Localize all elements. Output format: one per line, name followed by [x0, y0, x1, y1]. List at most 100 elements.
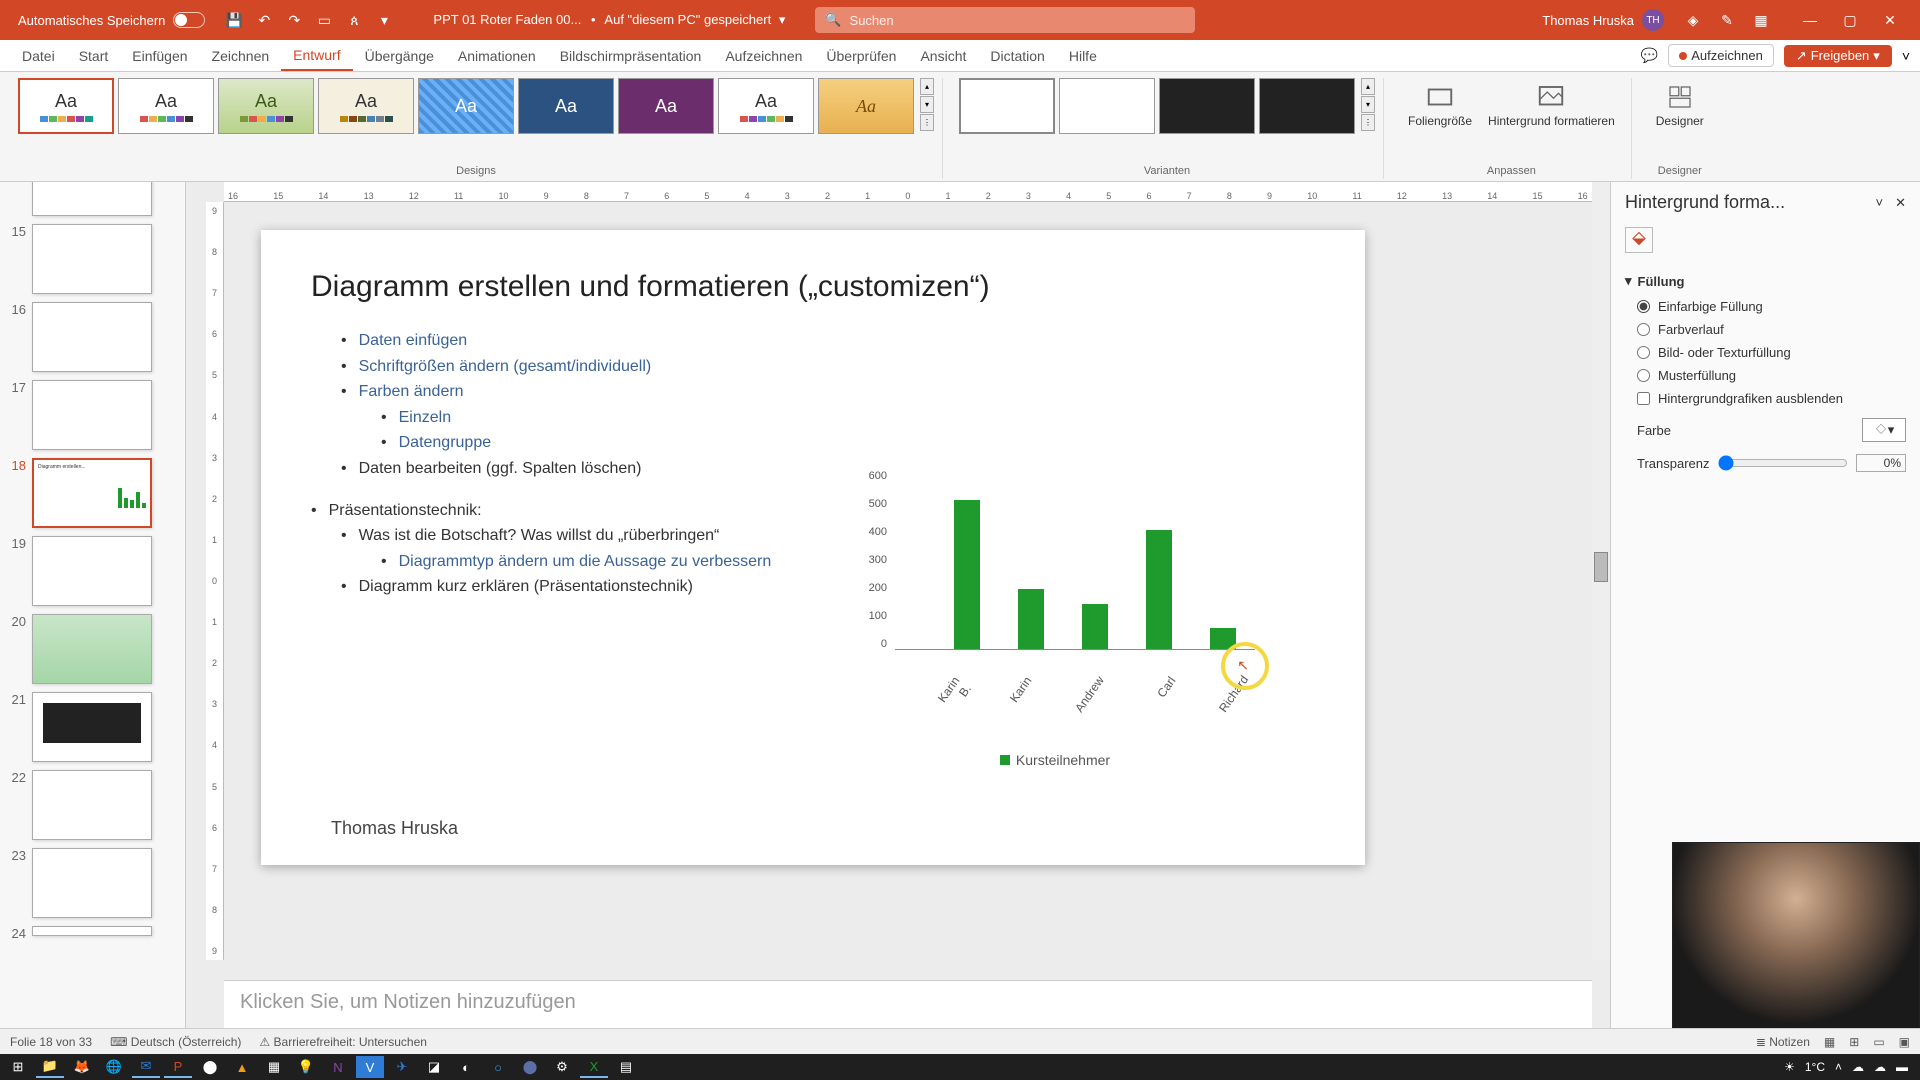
app-icon-8[interactable]: ▤ — [612, 1056, 640, 1078]
transparency-value[interactable]: 0% — [1856, 454, 1906, 472]
fill-gradient-radio[interactable]: Farbverlauf — [1625, 318, 1906, 341]
notes-toggle[interactable]: ≣ Notizen — [1756, 1035, 1810, 1049]
pen-icon[interactable]: ✎ — [1718, 11, 1736, 29]
accessibility-check[interactable]: ⚠ Barrierefreiheit: Untersuchen — [259, 1035, 427, 1049]
hide-bg-checkbox[interactable]: Hintergrundgrafiken ausblenden — [1625, 387, 1906, 410]
collapse-ribbon-icon[interactable]: ˅ — [1902, 48, 1910, 64]
chrome-icon[interactable]: 🌐 — [100, 1056, 128, 1078]
slide-thumb-23[interactable] — [32, 848, 152, 918]
transparency-slider[interactable] — [1718, 455, 1849, 471]
fill-tab-icon[interactable] — [1625, 227, 1653, 253]
theme-9[interactable]: Aa — [818, 78, 914, 134]
sorter-view-icon[interactable]: ⊞ — [1849, 1035, 1859, 1049]
fill-pattern-radio[interactable]: Musterfüllung — [1625, 364, 1906, 387]
slide-thumb-18[interactable]: Diagramm erstellen... — [32, 458, 152, 528]
app-icon[interactable]: ⬤ — [196, 1056, 224, 1078]
tab-start[interactable]: Start — [67, 40, 121, 71]
language-indicator[interactable]: ⌨ Deutsch (Österreich) — [110, 1035, 241, 1049]
slideshow-view-icon[interactable]: ▣ — [1899, 1035, 1910, 1049]
slide-thumb-20[interactable] — [32, 614, 152, 684]
theme-6[interactable]: Aa — [518, 78, 614, 134]
tab-datei[interactable]: Datei — [10, 40, 67, 71]
theme-5[interactable]: Aa — [418, 78, 514, 134]
format-background-button[interactable]: Hintergrund formatieren — [1480, 78, 1623, 132]
slide-thumb-22[interactable] — [32, 770, 152, 840]
slide-counter[interactable]: Folie 18 von 33 — [10, 1035, 92, 1049]
autosave-toggle[interactable]: Automatisches Speichern — [18, 12, 205, 28]
tab-zeichnen[interactable]: Zeichnen — [200, 40, 282, 71]
pane-close-icon[interactable]: ✕ — [1895, 195, 1906, 211]
bar-chart[interactable]: 6005004003002001000 Karin B.KarinAndrewC… — [855, 470, 1255, 750]
tab-dictation[interactable]: Dictation — [978, 40, 1056, 71]
undo-icon[interactable]: ↶ — [255, 11, 273, 29]
share-button[interactable]: ↗Freigeben▾ — [1784, 45, 1892, 67]
battery-icon[interactable]: ▬ — [1896, 1060, 1908, 1074]
slide-canvas[interactable]: Diagramm erstellen und formatieren („cus… — [261, 230, 1365, 865]
comments-icon[interactable]: 💬 — [1641, 47, 1658, 64]
variant-scroll[interactable]: ▴▾⋮ — [1361, 78, 1375, 131]
normal-view-icon[interactable]: ▦ — [1824, 1035, 1835, 1049]
toggle-switch[interactable] — [173, 12, 205, 28]
tab-animationen[interactable]: Animationen — [446, 40, 548, 71]
start-slideshow-icon[interactable]: ▭ — [315, 11, 333, 29]
app-icon-6[interactable]: ○ — [484, 1056, 512, 1078]
maximize-button[interactable]: ▢ — [1830, 12, 1870, 29]
variant-1[interactable] — [959, 78, 1055, 134]
editing-canvas[interactable]: 1615141312111098765432101234567891011121… — [186, 182, 1610, 1028]
vertical-scrollbar[interactable] — [1592, 182, 1610, 960]
diamond-icon[interactable]: ◈ — [1684, 11, 1702, 29]
variant-2[interactable] — [1059, 78, 1155, 134]
tab-bildschirmpraesentation[interactable]: Bildschirmpräsentation — [548, 40, 714, 71]
theme-1[interactable]: Aa — [18, 78, 114, 134]
user-account[interactable]: Thomas Hruska TH — [1542, 9, 1664, 31]
onenote-icon[interactable]: N — [324, 1056, 352, 1078]
fill-picture-radio[interactable]: Bild- oder Texturfüllung — [1625, 341, 1906, 364]
app-icon-3[interactable]: 💡 — [292, 1056, 320, 1078]
app-icon-5[interactable]: ◐ — [452, 1056, 480, 1078]
excel-icon[interactable]: X — [580, 1056, 608, 1078]
minimize-button[interactable]: — — [1790, 12, 1830, 29]
variant-4[interactable] — [1259, 78, 1355, 134]
firefox-icon[interactable]: 🦊 — [68, 1056, 96, 1078]
telegram-icon[interactable]: ✈ — [388, 1056, 416, 1078]
app-icon-4[interactable]: ◪ — [420, 1056, 448, 1078]
save-icon[interactable]: 💾 — [225, 11, 243, 29]
powerpoint-icon[interactable]: P — [164, 1056, 192, 1078]
weather-icon[interactable]: ☀ — [1784, 1060, 1795, 1074]
slide-thumb-24[interactable] — [32, 926, 152, 936]
reading-view-icon[interactable]: ▭ — [1873, 1035, 1884, 1049]
theme-3[interactable]: Aa — [218, 78, 314, 134]
accessibility-icon[interactable]: ጰ — [345, 11, 363, 29]
search-input[interactable] — [850, 13, 1186, 28]
slide-thumb-21[interactable] — [32, 692, 152, 762]
tab-hilfe[interactable]: Hilfe — [1057, 40, 1109, 71]
app-icon-v[interactable]: V — [356, 1056, 384, 1078]
onedrive-icon-2[interactable]: ☁ — [1874, 1060, 1886, 1074]
document-title[interactable]: PPT 01 Roter Faden 00... • Auf "diesem P… — [433, 12, 785, 28]
close-button[interactable]: ✕ — [1870, 12, 1910, 29]
variant-3[interactable] — [1159, 78, 1255, 134]
slide-title[interactable]: Diagramm erstellen und formatieren („cus… — [311, 270, 1315, 304]
slide-thumb-15[interactable] — [32, 224, 152, 294]
app-icon-7[interactable]: ⬤ — [516, 1056, 544, 1078]
slide-size-button[interactable]: Foliengröße — [1400, 78, 1480, 132]
explorer-icon[interactable]: 📁 — [36, 1056, 64, 1078]
theme-7[interactable]: Aa — [618, 78, 714, 134]
slide-thumb-19[interactable] — [32, 536, 152, 606]
calendar-icon[interactable]: ▦ — [1752, 11, 1770, 29]
tab-aufzeichnen[interactable]: Aufzeichnen — [713, 40, 814, 71]
start-menu-icon[interactable]: ⊞ — [4, 1056, 32, 1078]
onedrive-icon[interactable]: ☁ — [1852, 1060, 1864, 1074]
theme-4[interactable]: Aa — [318, 78, 414, 134]
tab-einfuegen[interactable]: Einfügen — [120, 40, 199, 71]
notes-pane[interactable]: Klicken Sie, um Notizen hinzuzufügen — [224, 980, 1592, 1028]
search-box[interactable]: 🔍 — [815, 7, 1195, 33]
outlook-icon[interactable]: ✉ — [132, 1056, 160, 1078]
settings-icon[interactable]: ⚙ — [548, 1056, 576, 1078]
slide-thumb-14[interactable] — [32, 182, 152, 216]
slide-thumb-16[interactable] — [32, 302, 152, 372]
tab-entwurf[interactable]: Entwurf — [281, 40, 352, 71]
vlc-icon[interactable]: ▲ — [228, 1056, 256, 1078]
pane-dropdown-icon[interactable]: ˅ — [1876, 195, 1884, 211]
theme-scroll[interactable]: ▴▾⋮ — [920, 78, 934, 131]
